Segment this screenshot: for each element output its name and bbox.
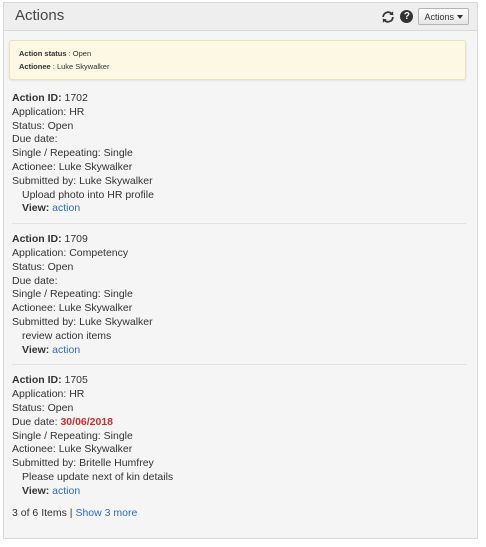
item-count: 3 of 6 Items | (12, 507, 73, 519)
panel-header: Actions ? Actions (4, 3, 477, 31)
application-line: Application: HR (12, 105, 85, 118)
view-action-link[interactable]: action (52, 344, 80, 356)
show-more-link[interactable]: Show 3 more (75, 507, 137, 519)
action-description: Upload photo into HR profile (22, 188, 154, 201)
list-item: Action ID: 1709 Application: Competency … (12, 233, 466, 366)
actionee-line: Actionee: Luke Skywalker (12, 302, 133, 315)
list-item: Action ID: 1705 Application: HR Status: … (12, 374, 466, 505)
header-tools: ? Actions (381, 8, 469, 25)
actionee-line: Actionee: Luke Skywalker (12, 443, 133, 456)
action-id-value: 1709 (61, 233, 88, 246)
view-line: View: action (12, 485, 466, 499)
view-line: View: action (12, 344, 466, 358)
actions-dropdown-button[interactable]: Actions (418, 8, 469, 25)
view-line: View: action (12, 202, 466, 216)
help-icon[interactable]: ? (400, 10, 414, 23)
alert-status-label: Action status (19, 49, 67, 58)
status-line: Status: Open (12, 401, 74, 414)
status-line: Status: Open (12, 260, 74, 273)
application-line: Application: HR (12, 388, 85, 401)
action-id-line: Action ID: 1709 (12, 233, 466, 247)
refresh-icon[interactable] (381, 10, 395, 24)
list-item: Action ID: 1702 Application: HR Status: … (12, 92, 466, 225)
repeating-line: Single / Repeating: Single (12, 429, 133, 442)
list-footer: 3 of 6 Items | Show 3 more (12, 507, 137, 519)
action-id-label: Action ID: (12, 233, 62, 246)
view-label: View: (22, 202, 50, 215)
action-description: Please update next of kin details (22, 470, 174, 483)
action-id-line: Action ID: 1702 (12, 92, 466, 106)
caret-down-icon (457, 14, 463, 19)
repeating-line: Single / Repeating: Single (12, 147, 133, 160)
action-id-value: 1702 (61, 92, 88, 104)
action-id-value: 1705 (61, 374, 88, 387)
action-description: review action items (22, 329, 112, 342)
alert-status-value: : Open (68, 49, 92, 58)
alert-status-line: Action status : Open (19, 47, 456, 60)
repeating-line: Single / Repeating: Single (12, 288, 133, 301)
status-line: Status: Open (12, 119, 74, 132)
view-label: View: (22, 484, 50, 497)
due-date-value: 30/06/2018 (60, 415, 114, 428)
alert-actionee-line: Actionee : Luke Skywalker (19, 60, 456, 73)
view-action-link[interactable]: action (52, 202, 80, 214)
action-list: Action ID: 1702 Application: HR Status: … (12, 92, 466, 515)
submitted-by-line: Submitted by: Britelle Humfrey (12, 457, 154, 470)
view-action-link[interactable]: action (52, 485, 80, 497)
action-id-label: Action ID: (12, 92, 62, 104)
due-date-line: Due date: 30/06/2018 (12, 416, 466, 430)
due-date-line: Due date: (12, 133, 466, 147)
application-line: Application: Competency (12, 246, 129, 259)
due-date-label: Due date: (12, 415, 58, 428)
actionee-line: Actionee: Luke Skywalker (12, 160, 133, 173)
submitted-by-line: Submitted by: Luke Skywalker (12, 174, 153, 187)
due-date-line: Due date: (12, 275, 466, 289)
actions-button-label: Actions (424, 11, 454, 22)
submitted-by-line: Submitted by: Luke Skywalker (12, 315, 153, 328)
action-id-line: Action ID: 1705 (12, 374, 466, 388)
alert-actionee-label: Actionee (19, 62, 51, 71)
action-filter-alert: Action status : Open Actionee : Luke Sky… (9, 40, 466, 80)
panel-title: Actions (15, 7, 65, 24)
due-date-label: Due date: (12, 274, 58, 287)
alert-actionee-value: : Luke Skywalker (52, 62, 110, 71)
due-date-label: Due date: (12, 133, 58, 146)
action-id-label: Action ID: (12, 374, 62, 387)
view-label: View: (22, 343, 50, 356)
